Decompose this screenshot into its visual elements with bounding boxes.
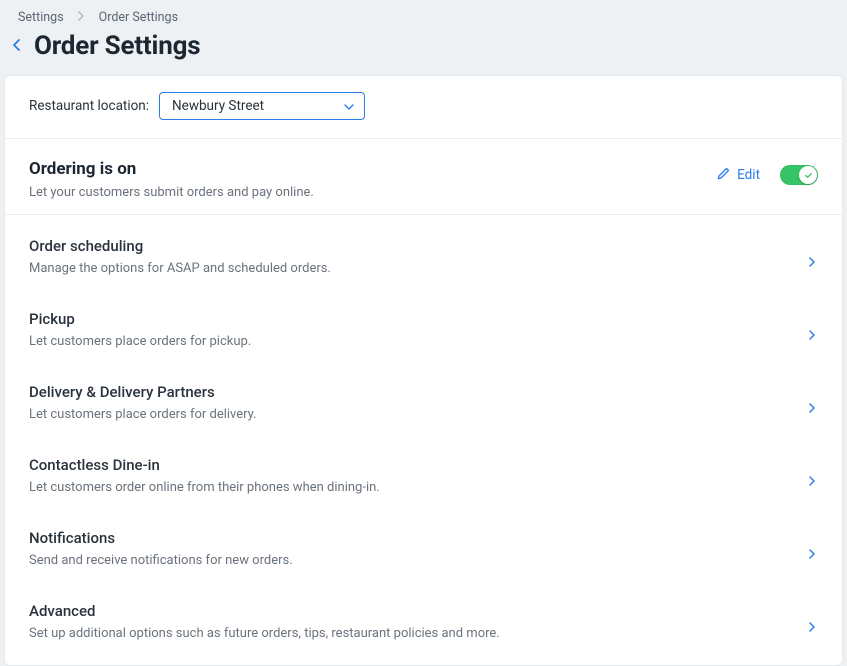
ordering-toggle[interactable] xyxy=(780,165,818,185)
ordering-actions: Edit xyxy=(716,159,818,185)
breadcrumb-root[interactable]: Settings xyxy=(18,10,64,25)
setting-subtitle: Let customers order online from their ph… xyxy=(29,480,380,507)
setting-title: Advanced xyxy=(29,602,500,620)
breadcrumb-current: Order Settings xyxy=(99,10,178,25)
chevron-right-icon xyxy=(808,399,818,418)
edit-button[interactable]: Edit xyxy=(716,166,760,185)
breadcrumb: Settings Order Settings xyxy=(0,0,847,29)
setting-subtitle: Let customers place orders for delivery. xyxy=(29,407,257,434)
setting-subtitle: Send and receive notifications for new o… xyxy=(29,553,293,580)
title-row: Order Settings xyxy=(0,29,847,75)
chevron-right-icon xyxy=(808,545,818,564)
chevron-right-icon xyxy=(808,472,818,491)
pencil-icon xyxy=(716,166,731,185)
setting-title: Contactless Dine-in xyxy=(29,456,380,474)
setting-row-delivery[interactable]: Delivery & Delivery Partners Let custome… xyxy=(29,365,818,438)
location-select[interactable]: Newbury Street xyxy=(159,92,365,120)
toggle-knob xyxy=(799,166,817,184)
ordering-text: Ordering is on Let your customers submit… xyxy=(29,159,314,200)
setting-title: Order scheduling xyxy=(29,237,331,255)
setting-text: Advanced Set up additional options such … xyxy=(29,602,500,653)
setting-row-order-scheduling[interactable]: Order scheduling Manage the options for … xyxy=(29,219,818,292)
setting-text: Notifications Send and receive notificat… xyxy=(29,529,293,580)
setting-row-notifications[interactable]: Notifications Send and receive notificat… xyxy=(29,511,818,584)
setting-row-advanced[interactable]: Advanced Set up additional options such … xyxy=(29,584,818,655)
ordering-subtitle: Let your customers submit orders and pay… xyxy=(29,185,314,200)
chevron-right-icon xyxy=(808,326,818,345)
ordering-header: Ordering is on Let your customers submit… xyxy=(5,139,842,215)
setting-subtitle: Set up additional options such as future… xyxy=(29,626,500,653)
location-row: Restaurant location: Newbury Street xyxy=(5,76,842,139)
setting-row-pickup[interactable]: Pickup Let customers place orders for pi… xyxy=(29,292,818,365)
setting-text: Contactless Dine-in Let customers order … xyxy=(29,456,380,507)
setting-text: Pickup Let customers place orders for pi… xyxy=(29,310,251,361)
location-selected-value: Newbury Street xyxy=(172,98,264,114)
chevron-right-icon xyxy=(808,618,818,637)
setting-subtitle: Manage the options for ASAP and schedule… xyxy=(29,261,331,288)
setting-title: Notifications xyxy=(29,529,293,547)
ordering-title: Ordering is on xyxy=(29,159,314,179)
setting-subtitle: Let customers place orders for pickup. xyxy=(29,334,251,361)
settings-card: Restaurant location: Newbury Street Orde… xyxy=(4,75,843,666)
chevron-right-icon xyxy=(78,10,85,25)
chevron-right-icon xyxy=(808,253,818,272)
settings-list: Order scheduling Manage the options for … xyxy=(5,215,842,661)
chevron-down-icon xyxy=(344,98,354,114)
setting-text: Delivery & Delivery Partners Let custome… xyxy=(29,383,257,434)
setting-row-contactless-dinein[interactable]: Contactless Dine-in Let customers order … xyxy=(29,438,818,511)
page-title: Order Settings xyxy=(34,31,200,61)
back-arrow-icon[interactable] xyxy=(6,37,24,56)
setting-text: Order scheduling Manage the options for … xyxy=(29,237,331,288)
edit-label: Edit xyxy=(737,167,760,183)
setting-title: Pickup xyxy=(29,310,251,328)
location-label: Restaurant location: xyxy=(29,98,149,114)
setting-title: Delivery & Delivery Partners xyxy=(29,383,257,401)
